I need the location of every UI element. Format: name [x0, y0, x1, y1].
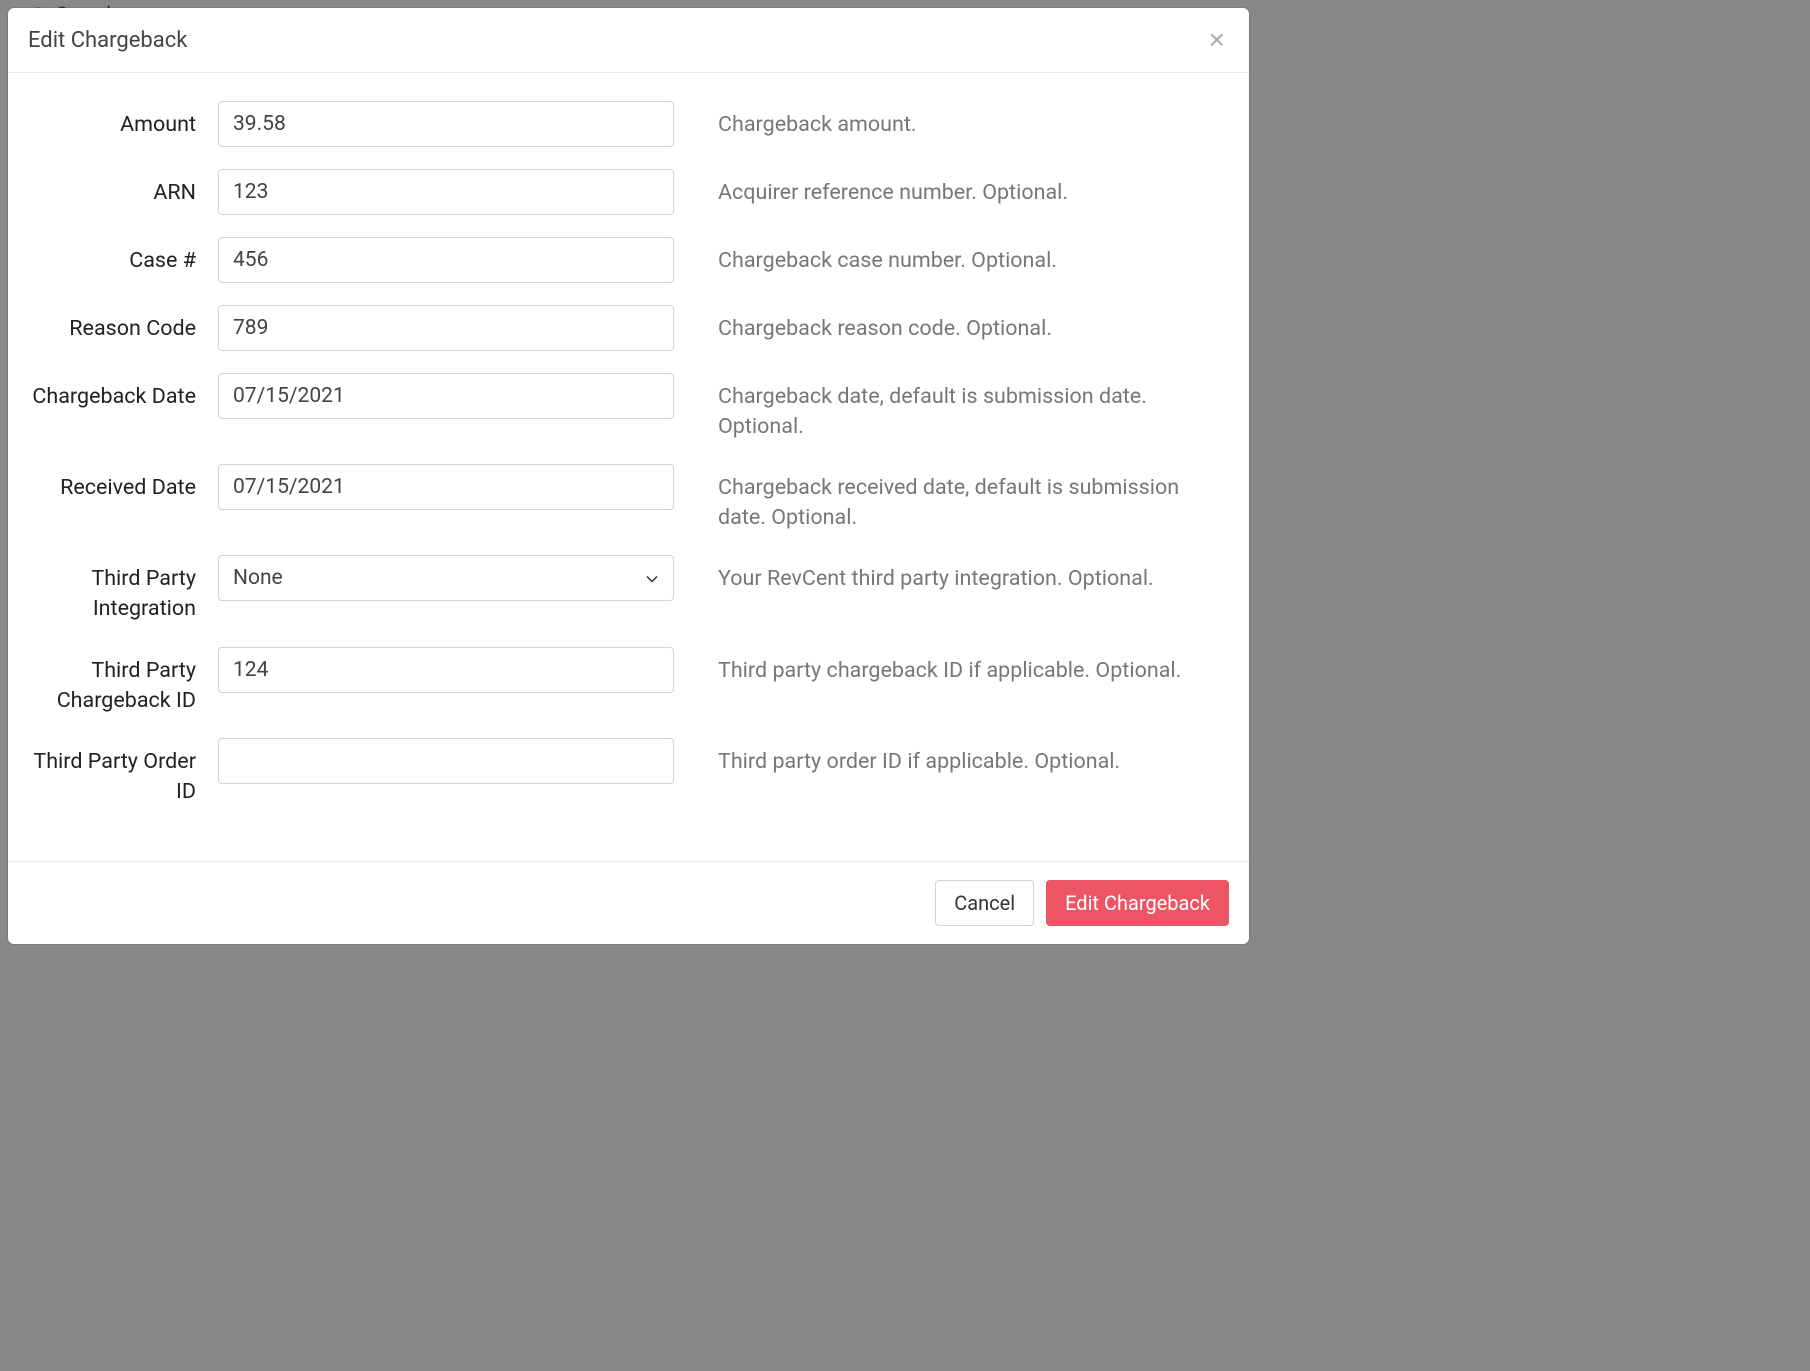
reason-code-help: Chargeback reason code. Optional.: [674, 305, 1229, 344]
modal-header: Edit Chargeback ×: [8, 8, 1249, 73]
third-party-order-id-label: Third Party Order ID: [28, 738, 218, 807]
amount-label: Amount: [28, 101, 218, 140]
row-third-party-chargeback-id: Third Party Chargeback ID Third party ch…: [28, 647, 1229, 716]
close-button[interactable]: ×: [1205, 26, 1229, 54]
reason-code-label: Reason Code: [28, 305, 218, 344]
amount-input[interactable]: [218, 101, 674, 147]
row-reason-code: Reason Code Chargeback reason code. Opti…: [28, 305, 1229, 351]
row-received-date: Received Date Chargeback received date, …: [28, 464, 1229, 533]
row-case-number: Case # Chargeback case number. Optional.: [28, 237, 1229, 283]
received-date-label: Received Date: [28, 464, 218, 503]
case-number-help: Chargeback case number. Optional.: [674, 237, 1229, 276]
modal-footer: Cancel Edit Chargeback: [8, 861, 1249, 944]
third-party-order-id-help: Third party order ID if applicable. Opti…: [674, 738, 1229, 777]
case-number-input[interactable]: [218, 237, 674, 283]
row-arn: ARN Acquirer reference number. Optional.: [28, 169, 1229, 215]
chargeback-date-help: Chargeback date, default is submission d…: [674, 373, 1229, 442]
cancel-button[interactable]: Cancel: [935, 880, 1034, 926]
third-party-integration-label: Third Party Integration: [28, 555, 218, 624]
third-party-chargeback-id-label: Third Party Chargeback ID: [28, 647, 218, 716]
received-date-help: Chargeback received date, default is sub…: [674, 464, 1229, 533]
third-party-order-id-input[interactable]: [218, 738, 674, 784]
arn-input[interactable]: [218, 169, 674, 215]
case-number-label: Case #: [28, 237, 218, 276]
third-party-integration-select[interactable]: None: [218, 555, 674, 601]
chargeback-date-input[interactable]: [218, 373, 674, 419]
row-third-party-integration: Third Party Integration None Your RevCen…: [28, 555, 1229, 624]
third-party-chargeback-id-input[interactable]: [218, 647, 674, 693]
row-chargeback-date: Chargeback Date Chargeback date, default…: [28, 373, 1229, 442]
chargeback-date-label: Chargeback Date: [28, 373, 218, 412]
row-third-party-order-id: Third Party Order ID Third party order I…: [28, 738, 1229, 807]
row-amount: Amount Chargeback amount.: [28, 101, 1229, 147]
edit-chargeback-button[interactable]: Edit Chargeback: [1046, 880, 1229, 926]
third-party-chargeback-id-help: Third party chargeback ID if applicable.…: [674, 647, 1229, 686]
amount-help: Chargeback amount.: [674, 101, 1229, 140]
edit-chargeback-modal: Edit Chargeback × Amount Chargeback amou…: [8, 8, 1249, 944]
modal-body: Amount Chargeback amount. ARN Acquirer r…: [8, 73, 1249, 861]
arn-help: Acquirer reference number. Optional.: [674, 169, 1229, 208]
modal-title: Edit Chargeback: [28, 28, 187, 53]
third-party-integration-help: Your RevCent third party integration. Op…: [674, 555, 1229, 594]
reason-code-input[interactable]: [218, 305, 674, 351]
arn-label: ARN: [28, 169, 218, 208]
received-date-input[interactable]: [218, 464, 674, 510]
